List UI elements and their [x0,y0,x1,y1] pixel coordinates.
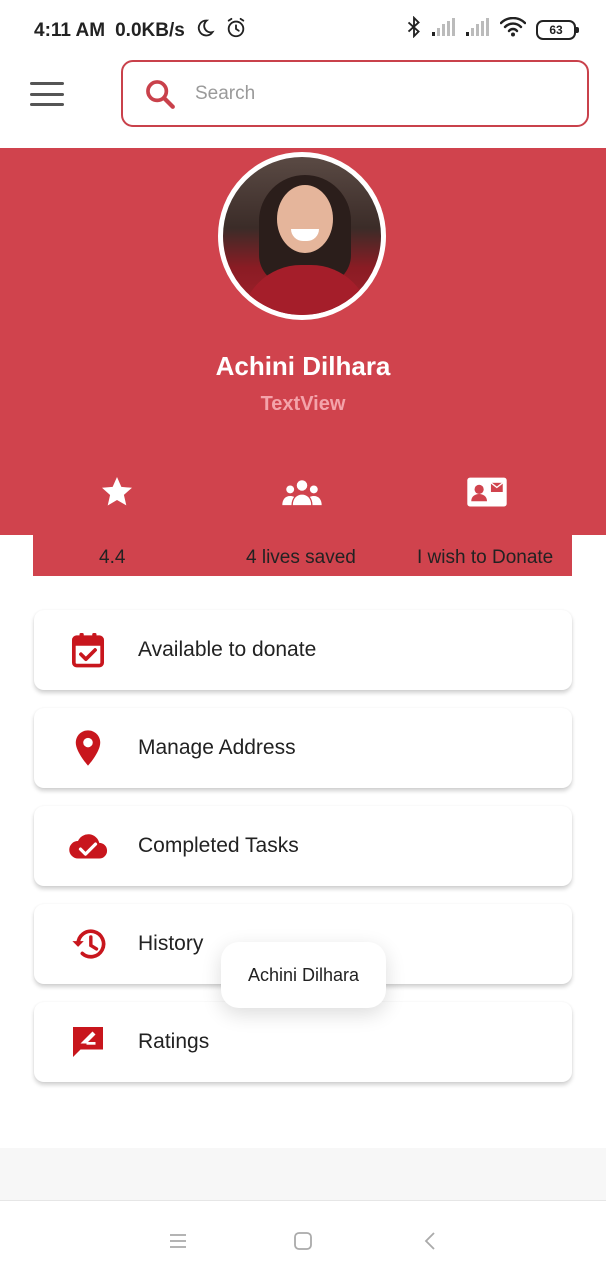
menu-item-label: History [138,932,204,955]
donate-wish-label: I wish to Donate [417,547,554,568]
profile-banner: Achini Dilhara TextView [0,148,606,535]
menu-item-label: Ratings [138,1030,210,1053]
rate-review-icon [68,1022,108,1062]
menu-item-completed-tasks[interactable]: Completed Tasks [34,806,572,886]
status-bar: 4:11 AM 0.0KB/s 63 [0,0,606,58]
status-left: 4:11 AM 0.0KB/s [34,17,247,45]
menu-item-label: Completed Tasks [138,834,299,857]
app-header [0,58,606,148]
rating-value: 4.4 [99,547,126,568]
signal-icon [432,18,456,41]
profile-subtitle: TextView [260,393,346,415]
alarm-icon [225,17,247,45]
people-icon[interactable] [280,474,324,510]
menu-item-label: Manage Address [138,736,296,759]
moon-icon [195,18,215,44]
menu-item-manage-address[interactable]: Manage Address [34,708,572,788]
signal-icon [466,18,490,41]
network-speed: 0.0KB/s [115,20,185,41]
calendar-check-icon [68,630,108,670]
status-right: 63 [406,15,579,43]
bluetooth-icon [406,15,422,43]
menu-item-ratings[interactable]: Ratings [34,1002,572,1082]
status-time: 4:11 AM [34,20,106,41]
star-icon[interactable] [95,474,139,510]
bottom-area [0,1148,606,1200]
search-icon [146,79,175,109]
hamburger-menu-icon[interactable] [30,80,64,108]
search-input[interactable] [195,82,535,105]
toast-message: Achini Dilhara [221,942,386,1008]
system-nav-bar [0,1200,606,1280]
recents-icon[interactable] [166,1229,190,1253]
avatar[interactable] [218,152,386,320]
menu-item-label: Available to donate [138,638,317,661]
contact-card-icon[interactable] [465,474,509,510]
cloud-check-icon [68,826,108,866]
profile-name: Achini Dilhara [215,351,391,381]
stats-strip: 4.4 4 lives saved I wish to Donate [33,535,572,576]
battery-icon: 63 [536,19,579,40]
wifi-icon [499,16,527,42]
history-icon [68,924,108,964]
back-icon[interactable] [418,1229,442,1253]
lives-saved-label: 4 lives saved [246,547,356,568]
search-bar[interactable] [121,60,589,127]
home-icon[interactable] [291,1229,315,1253]
menu-item-available-to-donate[interactable]: Available to donate [34,610,572,690]
location-pin-icon [68,728,108,768]
